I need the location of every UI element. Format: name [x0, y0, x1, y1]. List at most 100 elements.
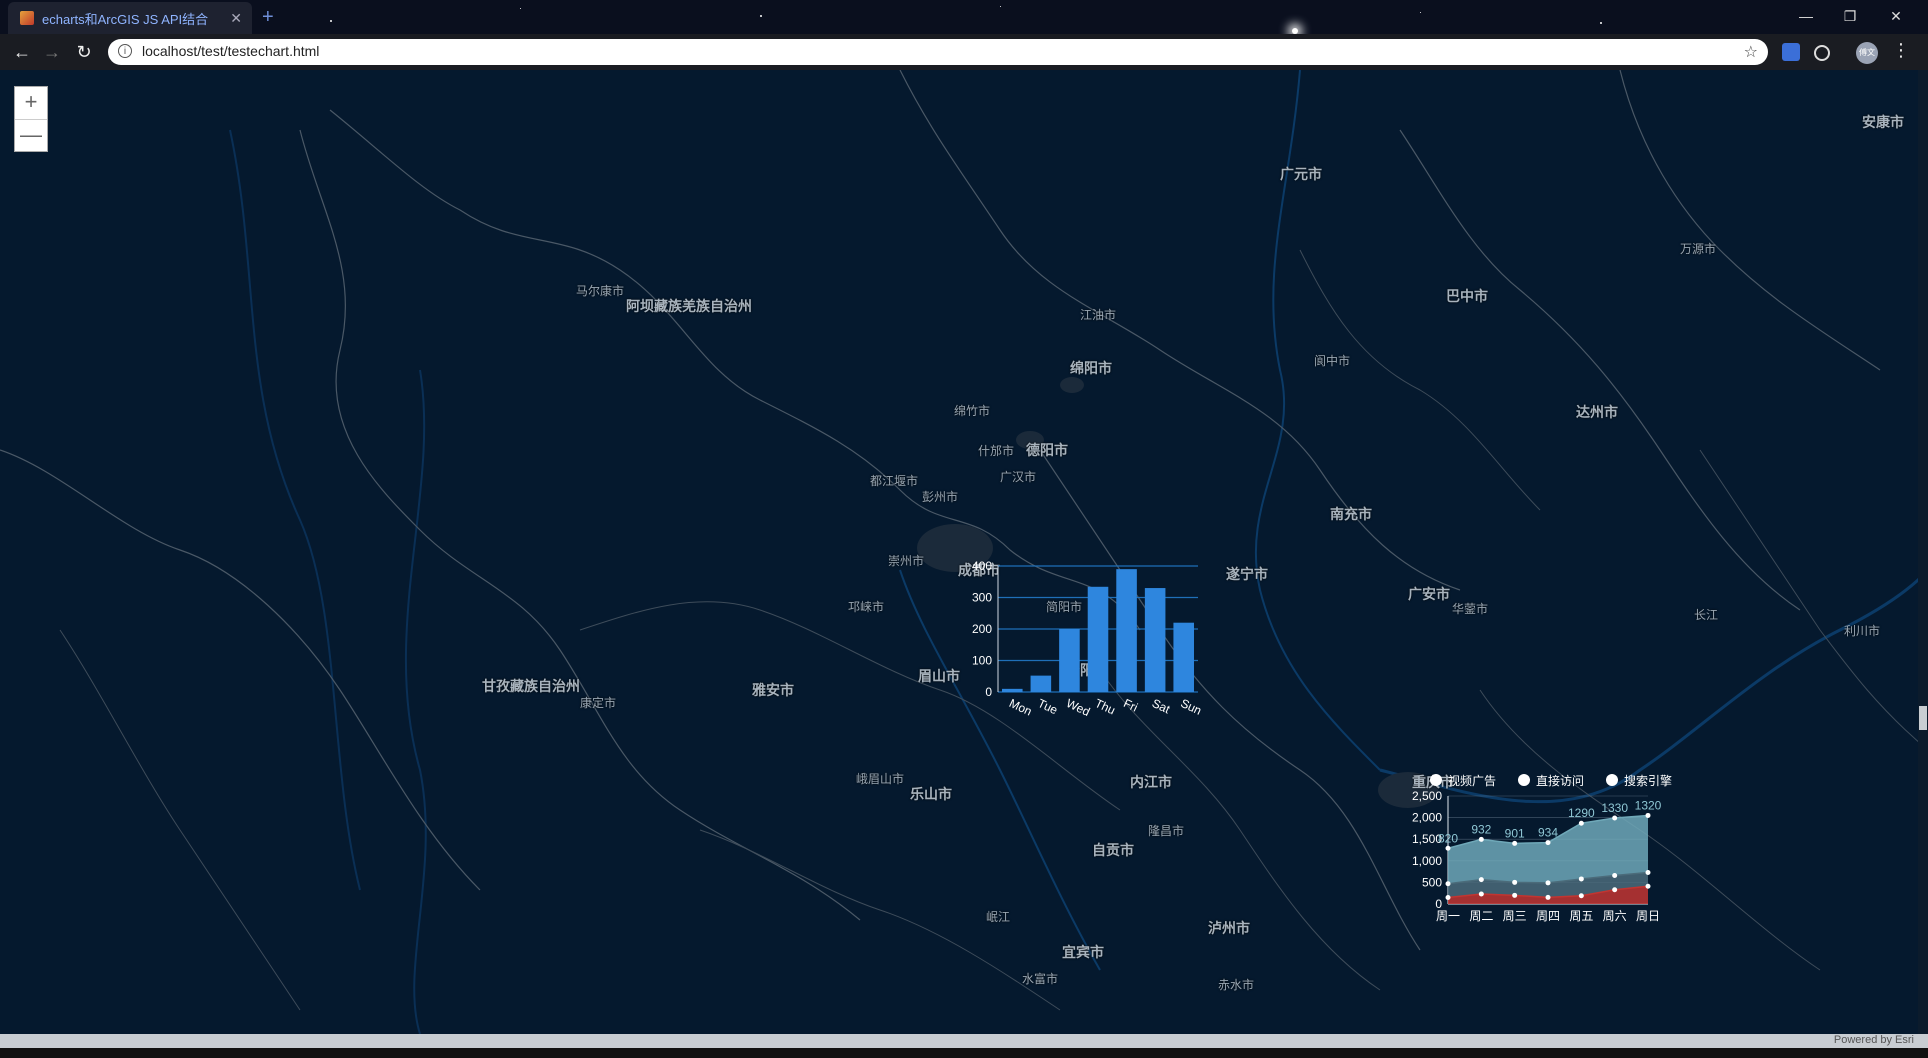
- area-chart-data-label: 901: [1505, 826, 1525, 840]
- zoom-in-button[interactable]: +: [15, 87, 47, 120]
- area-chart-point: [1445, 881, 1451, 887]
- zoom-out-button[interactable]: —: [15, 120, 47, 152]
- bar-chart-y-tick: 100: [972, 654, 992, 668]
- area-chart-point: [1578, 893, 1584, 899]
- bar-chart-bar: [1030, 675, 1052, 692]
- legend-label: 直接访问: [1536, 773, 1584, 788]
- area-chart-x-tick: 周六: [1603, 909, 1627, 923]
- browser-menu-icon[interactable]: ⋮: [1892, 40, 1910, 61]
- area-chart-y-tick: 500: [1422, 875, 1442, 889]
- area-chart-data-label: 1320: [1635, 798, 1662, 812]
- back-arrow-icon[interactable]: ←: [10, 40, 34, 64]
- bar-chart-x-tick: Tue: [1036, 696, 1061, 717]
- site-info-icon[interactable]: i: [118, 44, 132, 58]
- map-label-luzhou: 泸州市: [1208, 920, 1250, 936]
- restore-button[interactable]: ❐: [1830, 4, 1870, 28]
- browser-tab[interactable]: echarts和ArcGIS JS API结合 ✕: [8, 2, 252, 34]
- forward-arrow-icon[interactable]: →: [40, 40, 64, 64]
- map-label-mianzhu: 绵竹市: [954, 404, 991, 418]
- address-bar[interactable]: i localhost/test/testechart.html ☆: [108, 39, 1768, 65]
- star-decoration: [330, 20, 332, 22]
- page-favicon-icon: [20, 11, 34, 25]
- legend-marker-icon: [1518, 774, 1530, 786]
- new-tab-button[interactable]: +: [262, 6, 274, 29]
- bar-chart-x-tick: Fri: [1121, 696, 1140, 715]
- area-chart-point: [1578, 820, 1584, 826]
- area-chart-point: [1478, 891, 1484, 897]
- map-label-maerkang: 马尔康市: [576, 284, 625, 298]
- area-chart-point: [1478, 836, 1484, 842]
- close-window-button[interactable]: ✕: [1876, 4, 1916, 28]
- legend-marker-icon: [1430, 774, 1442, 786]
- map-label-minjiang: 岷江: [986, 910, 1011, 924]
- bookmark-star-icon[interactable]: ☆: [1744, 42, 1758, 62]
- map-label-changjiang: 长江: [1694, 608, 1719, 622]
- map-label-kangding: 康定市: [580, 696, 617, 710]
- url-text[interactable]: localhost/test/testechart.html: [142, 43, 319, 59]
- area-chart-point: [1612, 872, 1618, 878]
- scrollbar-thumb[interactable]: [1919, 706, 1927, 730]
- extension-gear-icon[interactable]: [1814, 45, 1830, 61]
- map-label-shifang: 什邡市: [978, 444, 1015, 458]
- star-decoration: [520, 8, 521, 9]
- map-label-emeishan: 峨眉山市: [856, 772, 905, 786]
- area-chart-y-tick: 1,000: [1412, 854, 1442, 868]
- map-label-huaying: 华蓥市: [1452, 602, 1489, 616]
- area-chart-point: [1512, 892, 1518, 898]
- area-chart-point: [1512, 879, 1518, 885]
- area-chart-point: [1612, 887, 1618, 893]
- bar-chart-y-tick: 200: [972, 622, 992, 636]
- map-label-ankang: 安康市: [1862, 114, 1904, 130]
- bar-chart-bar: [1087, 586, 1109, 692]
- map-label-wanyuan: 万源市: [1680, 242, 1717, 256]
- bar-chart-bar: [1002, 688, 1023, 692]
- map-label-chishui: 赤水市: [1218, 978, 1255, 992]
- tab-close-icon[interactable]: ✕: [230, 10, 242, 27]
- reload-icon[interactable]: ↻: [72, 40, 96, 64]
- area-chart-point: [1478, 877, 1484, 883]
- area-chart-point: [1645, 883, 1651, 889]
- area-chart-point: [1545, 880, 1551, 886]
- map-label-qionglai: 邛崃市: [848, 600, 885, 614]
- map-label-jiangyou: 江油市: [1080, 308, 1117, 322]
- area-chart: 视频广告 直接访问 搜索引擎05001,0001,5002,0002,5008209…: [1412, 773, 1672, 923]
- map-label-shuifu: 水富市: [1022, 972, 1059, 986]
- tab-title: echarts和ArcGIS JS API结合: [42, 11, 209, 27]
- bar-chart-x-tick: Mon: [1007, 696, 1034, 719]
- area-chart-x-tick: 周五: [1569, 909, 1593, 923]
- map-label-yibin: 宜宾市: [1062, 944, 1104, 960]
- bar-chart-x-tick: Wed: [1064, 696, 1092, 719]
- map-label-guangyuan: 广元市: [1280, 166, 1322, 182]
- area-chart-point: [1545, 894, 1551, 900]
- area-chart-point: [1445, 895, 1451, 901]
- map-label-yaan: 雅安市: [752, 682, 794, 698]
- extension-icon[interactable]: [1782, 43, 1800, 61]
- esri-attribution[interactable]: Powered by Esri: [1834, 1034, 1914, 1046]
- page-scrollbar[interactable]: [1918, 70, 1928, 1034]
- map-label-leshan: 乐山市: [910, 786, 952, 802]
- area-chart-x-tick: 周日: [1636, 909, 1660, 923]
- bar-chart-bar: [1173, 622, 1194, 692]
- profile-avatar[interactable]: 傅文: [1856, 42, 1878, 64]
- area-chart-point: [1545, 840, 1551, 846]
- map-attribution-bar: Powered by Esri: [0, 1034, 1928, 1048]
- bar-chart-y-tick: 400: [972, 560, 992, 573]
- bar-chart-bar: [1144, 588, 1166, 692]
- area-chart-point: [1512, 840, 1518, 846]
- map-label-nanchong: 南充市: [1330, 506, 1372, 522]
- star-decoration: [1000, 6, 1001, 7]
- area-chart-point: [1578, 876, 1584, 882]
- legend-label: 视频广告: [1448, 773, 1496, 788]
- map-label-guangan: 广安市: [1408, 586, 1450, 602]
- legend-label: 搜索引擎: [1624, 773, 1672, 788]
- minimize-button[interactable]: —: [1786, 4, 1826, 28]
- map-label-langzhong: 阆中市: [1314, 354, 1351, 368]
- map-label-lichuan: 利川市: [1844, 624, 1881, 638]
- map-label-dazhou: 达州市: [1576, 404, 1618, 420]
- legend-marker-icon: [1606, 774, 1618, 786]
- area-chart-x-tick: 周四: [1536, 909, 1560, 923]
- bar-chart-x-tick: Sat: [1150, 696, 1173, 717]
- zoom-control: + —: [14, 86, 48, 152]
- map-label-mianyang: 绵阳市: [1070, 360, 1112, 376]
- bar-chart-bar: [1116, 569, 1137, 692]
